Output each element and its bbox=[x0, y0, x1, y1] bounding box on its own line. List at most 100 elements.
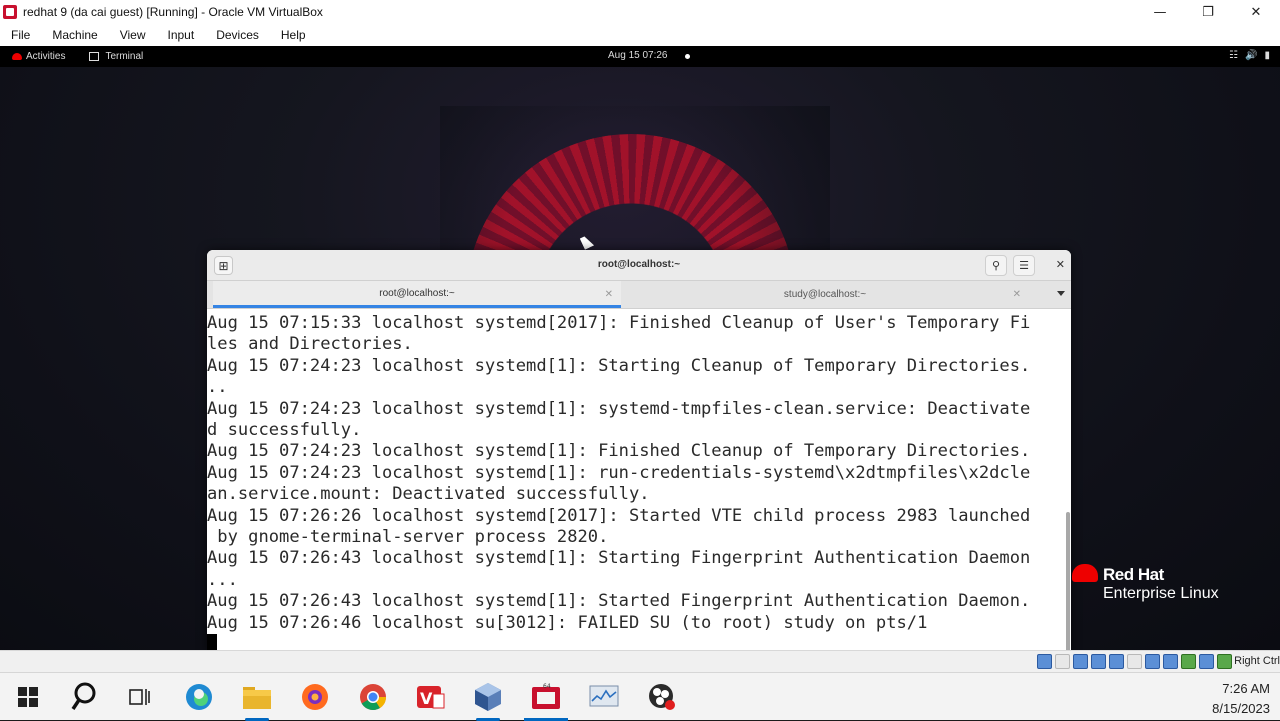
tab-label: root@localhost:~ bbox=[379, 287, 455, 299]
usb-icon[interactable] bbox=[1109, 654, 1124, 669]
taskbar-virtualbox-manager[interactable] bbox=[462, 677, 514, 721]
task-view-button[interactable] bbox=[114, 677, 166, 717]
menu-help[interactable]: Help bbox=[270, 28, 317, 42]
svg-text:64: 64 bbox=[543, 683, 551, 690]
gnome-clock[interactable]: Aug 15 07:26 bbox=[608, 50, 668, 61]
taskbar-obs[interactable] bbox=[636, 677, 688, 717]
audio-icon[interactable] bbox=[1073, 654, 1088, 669]
status-icons bbox=[1037, 654, 1232, 669]
notification-dot-icon bbox=[685, 54, 690, 59]
terminal-line: les and Directories. bbox=[207, 334, 413, 355]
terminal-line: an.service.mount: Deactivated successful… bbox=[207, 484, 650, 505]
window-title: redhat 9 (da cai guest) [Running] - Orac… bbox=[23, 5, 323, 19]
menu-input[interactable]: Input bbox=[157, 28, 206, 42]
terminal-line: Aug 15 07:15:33 localhost systemd[2017]:… bbox=[207, 313, 1031, 333]
terminal-tab-bar: root@localhost:~ ✕ study@localhost:~ ✕ bbox=[207, 281, 1071, 309]
search-button[interactable] bbox=[58, 677, 110, 717]
guest-display[interactable]: Activities Terminal Aug 15 07:26 ☷ 🔊 ▮ ⊞… bbox=[0, 46, 1280, 650]
search-icon bbox=[71, 682, 96, 710]
app-menu-terminal[interactable]: Terminal bbox=[89, 51, 143, 62]
app-menu-label: Terminal bbox=[105, 51, 144, 62]
windows-icon bbox=[18, 687, 38, 707]
firefox-icon bbox=[302, 684, 328, 710]
restore-button[interactable]: ❐ bbox=[1184, 0, 1232, 24]
terminal-line: Aug 15 07:24:23 localhost systemd[1]: sy… bbox=[207, 398, 1031, 419]
menu-devices[interactable]: Devices bbox=[205, 28, 270, 42]
tab-root[interactable]: root@localhost:~ ✕ bbox=[213, 281, 621, 308]
close-button[interactable]: ✕ bbox=[1232, 0, 1280, 24]
logo-product: Enterprise Linux bbox=[1103, 585, 1219, 602]
menu-machine[interactable]: Machine bbox=[41, 28, 108, 42]
search-button[interactable]: ⚲ bbox=[985, 255, 1007, 276]
redhat-hat-icon bbox=[1072, 564, 1098, 582]
menu-icon: ☰ bbox=[1019, 259, 1029, 272]
vbox-title-bar: redhat 9 (da cai guest) [Running] - Orac… bbox=[0, 0, 1280, 24]
minimize-button[interactable]: — bbox=[1136, 0, 1184, 24]
taskbar-vmware[interactable]: V bbox=[405, 677, 457, 717]
activities-button[interactable]: Activities bbox=[12, 51, 65, 62]
network-adapter-icon[interactable] bbox=[1091, 654, 1106, 669]
network-icon: ☷ bbox=[1229, 50, 1239, 61]
cpu-icon[interactable] bbox=[1181, 654, 1196, 669]
keyboard-icon[interactable] bbox=[1217, 654, 1232, 669]
folder-icon bbox=[243, 687, 271, 709]
obs-icon bbox=[649, 684, 675, 710]
chrome-icon bbox=[360, 684, 387, 711]
terminal-line: Aug 15 07:24:23 localhost systemd[1]: ru… bbox=[207, 462, 1031, 483]
taskbar-clock[interactable]: 7:26 AM 8/15/2023 bbox=[1212, 679, 1270, 719]
terminal-line: by gnome-terminal-server process 2820. bbox=[207, 527, 609, 548]
terminal-line: Aug 15 07:26:26 localhost systemd[2017]:… bbox=[207, 505, 1031, 526]
terminal-cursor bbox=[207, 634, 217, 650]
terminal-scrollbar[interactable] bbox=[1066, 512, 1070, 650]
tab-study[interactable]: study@localhost:~ ✕ bbox=[621, 281, 1029, 308]
terminal-line: Aug 15 07:26:46 localhost su[3012]: FAIL… bbox=[207, 612, 928, 633]
tab-label: study@localhost:~ bbox=[783, 289, 867, 300]
recording-icon[interactable] bbox=[1163, 654, 1178, 669]
mouse-integration-icon[interactable] bbox=[1199, 654, 1214, 669]
windows-taskbar: V 64 7:26 AM 8/15/2023 bbox=[0, 672, 1280, 721]
performance-monitor-icon bbox=[589, 685, 619, 707]
terminal-line: Aug 15 07:26:43 localhost systemd[1]: St… bbox=[207, 548, 1031, 569]
virtualbox-icon bbox=[475, 683, 501, 711]
task-view-icon bbox=[129, 689, 150, 705]
terminal-icon bbox=[89, 52, 100, 61]
taskbar-vm-window[interactable]: 64 bbox=[520, 677, 572, 721]
vm-window-icon: 64 bbox=[532, 683, 560, 709]
terminal-output[interactable]: Aug 15 07:15:33 localhost systemd[2017]:… bbox=[207, 309, 1063, 650]
clock-date: 8/15/2023 bbox=[1212, 701, 1270, 716]
taskbar-monitor[interactable] bbox=[578, 677, 630, 717]
taskbar-firefox[interactable] bbox=[289, 677, 341, 717]
system-menu[interactable]: ☷ 🔊 ▮ bbox=[1229, 50, 1270, 61]
battery-icon: ▮ bbox=[1264, 50, 1270, 61]
gnome-top-bar: Activities Terminal Aug 15 07:26 ☷ 🔊 ▮ bbox=[0, 46, 1280, 67]
taskbar-file-explorer[interactable] bbox=[231, 677, 283, 721]
tab-list-chevron-down-icon[interactable] bbox=[1057, 291, 1065, 296]
tab-close-icon[interactable]: ✕ bbox=[1013, 289, 1021, 300]
vmware-icon: V bbox=[417, 686, 445, 709]
redhat-icon bbox=[12, 53, 22, 60]
terminal-window[interactable]: ⊞ root@localhost:~ ⚲ ☰ ✕ root@localhost:… bbox=[207, 250, 1071, 650]
activities-label: Activities bbox=[26, 51, 66, 62]
terminal-line: d successfully. bbox=[207, 420, 362, 441]
tab-close-icon[interactable]: ✕ bbox=[605, 289, 613, 300]
taskbar-chrome[interactable] bbox=[347, 677, 399, 717]
menu-view[interactable]: View bbox=[109, 28, 157, 42]
display-icon[interactable] bbox=[1145, 654, 1160, 669]
search-icon: ⚲ bbox=[991, 259, 1001, 272]
shared-folders-icon[interactable] bbox=[1127, 654, 1142, 669]
clock-time: 7:26 AM bbox=[1222, 681, 1270, 696]
start-button[interactable] bbox=[2, 677, 54, 717]
optical-drive-icon[interactable] bbox=[1055, 654, 1070, 669]
hard-disk-icon[interactable] bbox=[1037, 654, 1052, 669]
terminal-line: Aug 15 07:26:43 localhost systemd[1]: St… bbox=[207, 591, 1031, 612]
taskbar-edge[interactable] bbox=[173, 677, 225, 717]
virtualbox-app-icon bbox=[3, 5, 17, 19]
terminal-line: ... bbox=[207, 569, 238, 590]
menu-file[interactable]: File bbox=[0, 28, 41, 42]
volume-icon: 🔊 bbox=[1245, 50, 1258, 61]
terminal-line: .. bbox=[207, 377, 228, 398]
terminal-text: Aug 15 07:15:33 localhost systemd[2017]:… bbox=[207, 313, 1063, 634]
terminal-close-button[interactable]: ✕ bbox=[1056, 258, 1065, 271]
hamburger-menu-button[interactable]: ☰ bbox=[1013, 255, 1035, 276]
terminal-line: Aug 15 07:24:23 localhost systemd[1]: St… bbox=[207, 355, 1031, 376]
